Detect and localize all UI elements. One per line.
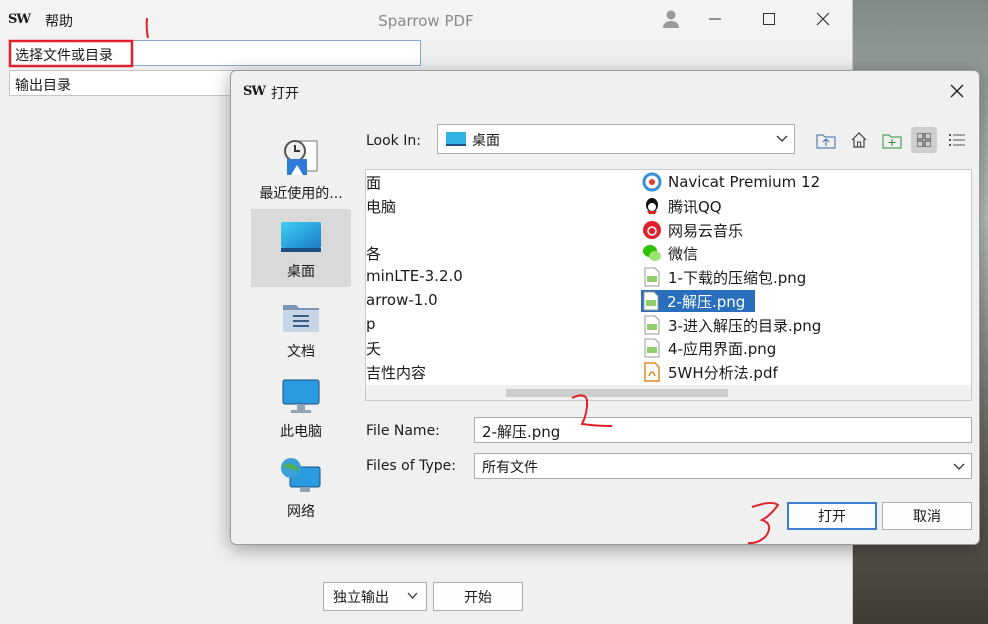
sidebar-label: 最近使用的... [259,186,343,202]
list-item[interactable]: minLTE-3.2.0 [366,267,463,289]
chevron-down-icon [776,135,788,142]
file-name: 5WH分析法.pdf [668,363,778,382]
file-name-value: 2-解压.png [482,423,561,441]
output-dir-text: 输出目录 [15,78,71,94]
up-folder-icon[interactable] [813,127,839,153]
image-file-icon [644,315,660,335]
sidebar-item-this-pc[interactable]: 此电脑 [251,369,351,447]
list-item[interactable]: arrow-1.0 [366,291,438,313]
list-item[interactable]: p [366,315,376,337]
sidebar-label: 桌面 [287,264,315,280]
cancel-button[interactable]: 取消 [882,502,972,530]
navicat-icon [642,172,662,192]
file-type-label: Files of Type: [366,458,456,474]
file-name: 网易云音乐 [668,221,744,240]
new-folder-icon[interactable] [879,127,905,153]
sidebar-label: 此电脑 [280,424,322,440]
netease-music-icon [643,221,661,239]
maximize-icon[interactable] [746,0,792,38]
list-item[interactable]: 腾讯QQ [642,195,722,217]
horizontal-scrollbar[interactable] [366,385,971,400]
account-icon[interactable] [648,0,694,38]
chevron-down-icon [953,463,965,470]
image-file-icon [643,291,659,311]
list-item-selected[interactable]: 2-解压.png [641,290,756,312]
file-type-value: 所有文件 [482,460,538,476]
network-icon [281,458,321,492]
list-item[interactable]: Navicat Premium 12 [642,171,820,193]
list-item[interactable]: 4-应用界面.png [642,337,776,359]
dialog-title: 打开 [271,86,299,102]
sidebar-item-network[interactable]: 网络 [251,449,351,527]
list-item[interactable]: 网易云音乐 [642,219,743,241]
sidebar-item-recent[interactable]: 最近使用的... [251,131,351,209]
list-item[interactable]: 1-下载的压缩包.png [642,266,806,288]
title-bar: SW 帮助 Sparrow PDF [0,0,852,40]
lookin-label: Look In: [366,133,421,149]
sidebar-item-desktop[interactable]: 桌面 [251,209,351,287]
file-list[interactable]: 面 电脑 各 minLTE-3.2.0 arrow-1.0 p 夭 吉性内容 N… [365,169,972,401]
file-name: Navicat Premium 12 [668,173,821,191]
wechat-icon [643,245,661,261]
scrollbar-thumb[interactable] [506,389,728,397]
file-name: 微信 [668,244,699,263]
grid-view-icon[interactable] [911,127,937,153]
image-file-icon [644,267,660,287]
lookin-value: 桌面 [472,133,500,149]
open-button[interactable]: 打开 [787,502,877,530]
start-button[interactable]: 开始 [433,582,523,611]
list-item[interactable]: 3-进入解压的目录.png [642,314,821,336]
file-name-input[interactable]: 2-解压.png [474,417,972,443]
sidebar-label: 文档 [287,344,315,360]
close-icon[interactable] [800,0,846,38]
image-file-icon [644,338,660,358]
list-item[interactable]: 吉性内容 [366,362,426,384]
file-name: 2-解压.png [667,292,746,311]
list-item[interactable]: 电脑 [366,196,396,218]
list-view-icon[interactable] [944,127,970,153]
mode-select-value: 独立输出 [333,589,389,606]
chevron-down-icon [407,592,418,599]
desktop-icon [281,222,321,252]
file-name-label: File Name: [366,423,440,439]
file-name: 1-下载的压缩包.png [668,268,807,287]
file-type-combo[interactable]: 所有文件 [474,453,972,479]
file-name: 腾讯QQ [668,197,722,216]
this-pc-icon [282,379,320,413]
minimize-icon[interactable] [692,0,738,38]
qq-icon [646,198,658,214]
select-file-text: 选择文件或目录 [15,48,113,64]
list-item[interactable]: 夭 [366,338,381,360]
list-item[interactable]: 微信 [642,242,698,264]
mode-select[interactable]: 独立输出 [323,582,427,611]
list-item[interactable]: 各 [366,243,381,265]
file-name: 4-应用界面.png [668,339,777,358]
list-item[interactable]: 5WH分析法.pdf [642,361,778,383]
desktop-icon [446,132,466,146]
open-dialog: SW 打开 最近使用的... 桌面 文档 此电脑 网络 Look In: 桌面 … [230,70,980,545]
dialog-logo: SW [243,84,266,99]
dialog-close-icon[interactable] [943,77,971,105]
select-file-input[interactable]: 选择文件或目录 [9,40,421,66]
home-icon[interactable] [846,127,872,153]
lookin-combo[interactable]: 桌面 [437,124,795,154]
sidebar-label: 网络 [287,504,315,520]
documents-icon [283,305,319,332]
pdf-file-icon [644,362,660,382]
file-name: 3-进入解压的目录.png [668,316,822,335]
recent-icon [284,140,318,175]
list-item[interactable]: 面 [366,172,381,194]
sidebar-item-documents[interactable]: 文档 [251,289,351,367]
